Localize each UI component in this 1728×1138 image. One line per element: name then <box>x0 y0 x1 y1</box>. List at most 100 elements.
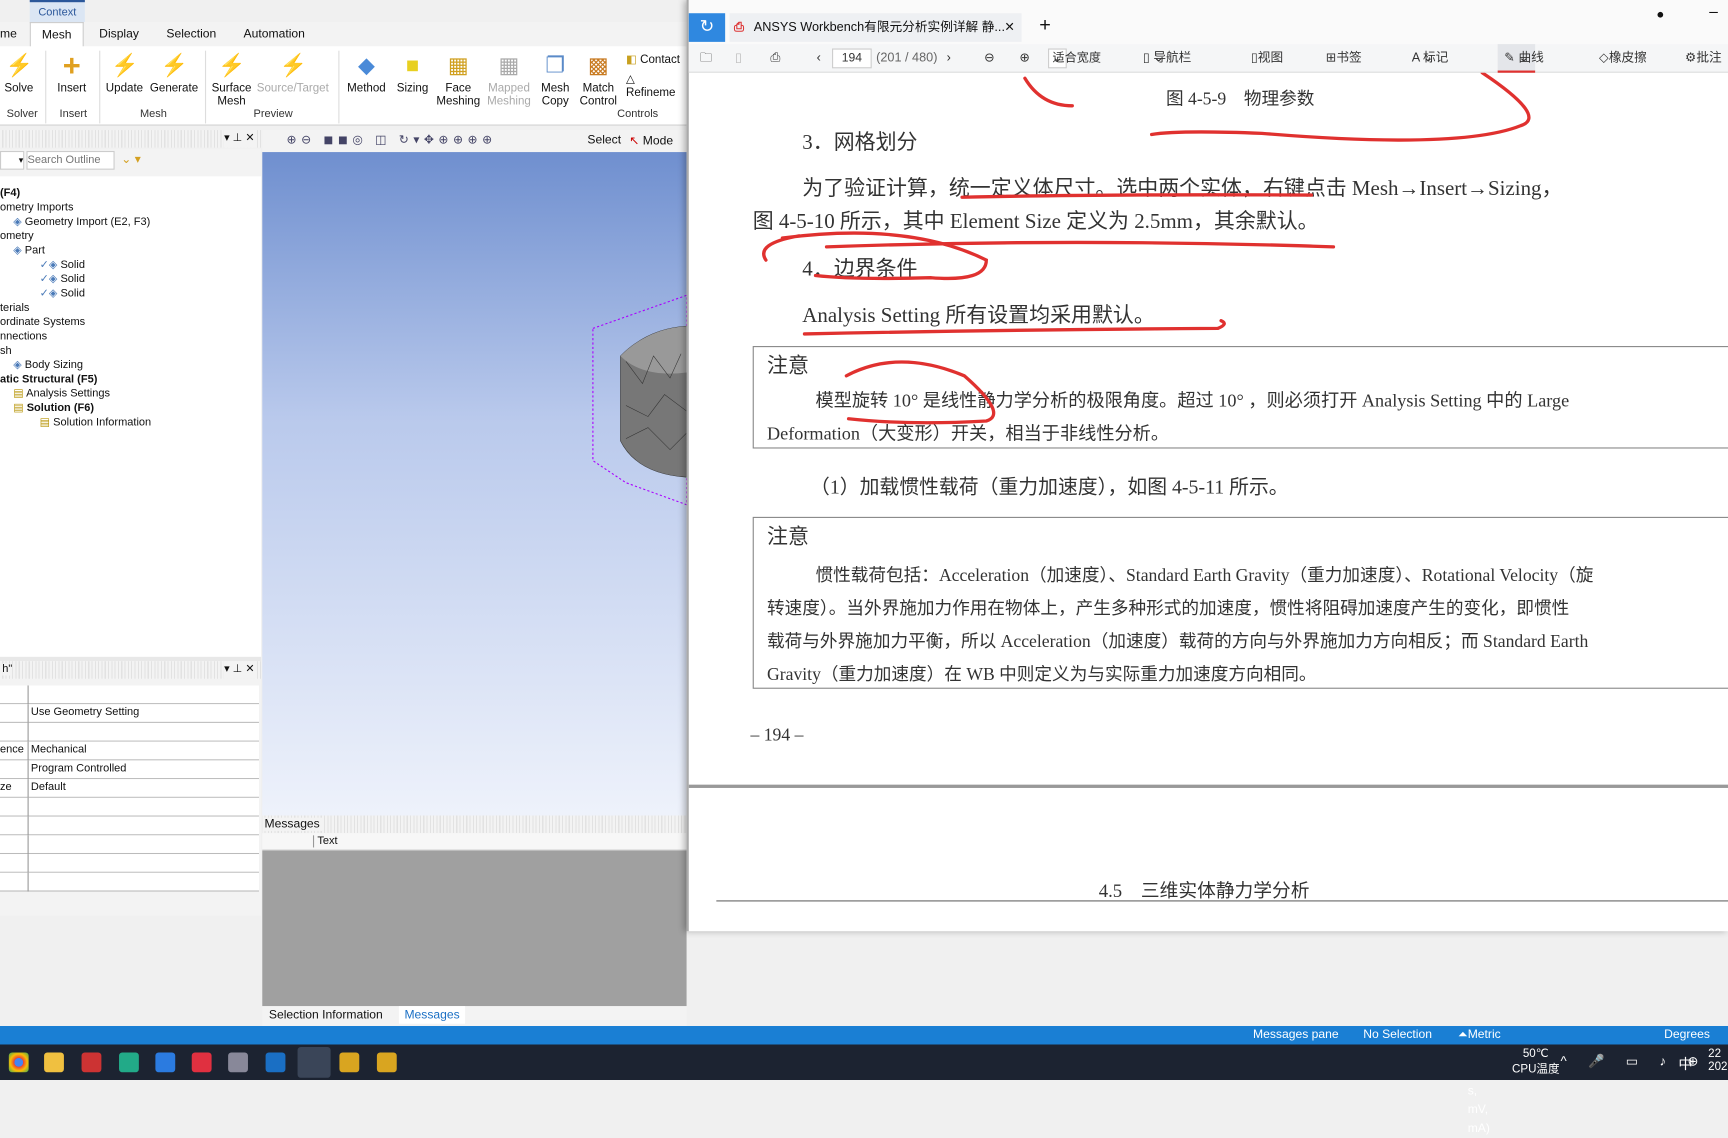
tree-item[interactable]: ✓◈ Solid <box>40 273 85 285</box>
tab-display[interactable]: Display <box>99 28 139 41</box>
save-icon[interactable]: ▯ <box>735 44 742 73</box>
chevron-down-icon[interactable]: ⌄ ▾ <box>121 152 141 166</box>
tab-mesh[interactable]: Mesh <box>29 22 84 48</box>
app-icon[interactable] <box>81 1052 102 1073</box>
mode-button[interactable]: ↖ Mode <box>629 133 673 147</box>
surface-mesh-button[interactable]: ⚡ Surface Mesh <box>212 53 252 108</box>
app-home-icon[interactable]: ↻ <box>688 13 726 42</box>
open-folder-icon[interactable]: 🗀 <box>700 44 713 73</box>
details-key <box>0 722 29 742</box>
tree-item[interactable]: ▤ Solution Information <box>40 417 152 429</box>
navigation-pane-button[interactable]: ▯ 导航栏 ⌄ <box>1143 44 1192 73</box>
contact-button[interactable]: ◧ Contact <box>626 53 680 66</box>
annotate-button[interactable]: ⚙ 批注 <box>1685 44 1722 73</box>
app-icon[interactable] <box>265 1052 286 1073</box>
curve-tool-button[interactable]: ✎ 曲线 ⌄ <box>1497 44 1544 73</box>
units-status[interactable]: ⏶ Metric (mm, kg, N, s, mV, mA) <box>1458 1026 1501 1135</box>
tab-selection-information[interactable]: Selection Information <box>269 1008 383 1021</box>
prev-page-button[interactable]: ‹ <box>817 44 821 73</box>
details-row[interactable]: Program Controlled <box>0 760 259 780</box>
app-icon[interactable] <box>191 1052 212 1073</box>
tab-messages[interactable]: Messages <box>398 1006 466 1024</box>
zoom-out-icon[interactable]: ⊖ <box>984 44 995 73</box>
panel-controls[interactable]: ▾ ⊥ ✕ <box>224 661 255 679</box>
tree-item[interactable]: atic Structural (F5) <box>0 374 97 386</box>
tree-item[interactable]: ordinate Systems <box>0 316 85 328</box>
details-row[interactable] <box>0 816 259 836</box>
tree-item[interactable]: ometry <box>0 230 34 242</box>
page-number-input[interactable]: 194 <box>832 48 872 69</box>
filter-dropdown[interactable]: ▾ <box>0 150 25 170</box>
face-meshing-button[interactable]: ▦ Face Meshing <box>436 53 480 108</box>
new-tab-button[interactable]: + <box>1039 13 1051 36</box>
details-row[interactable]: Use Geometry Setting <box>0 704 259 723</box>
tree-item[interactable]: nnections <box>0 331 47 343</box>
method-button[interactable]: ◆ Method <box>347 53 386 95</box>
app-icon[interactable] <box>119 1052 139 1073</box>
close-tab-icon[interactable]: ✕ <box>1004 13 1015 42</box>
details-row[interactable] <box>0 854 259 873</box>
messages-pane-status[interactable]: Messages pane <box>1253 1026 1339 1045</box>
tree-item[interactable]: ▤ Analysis Settings <box>13 388 110 400</box>
app-icon[interactable] <box>155 1052 176 1073</box>
tree-item[interactable]: (F4) <box>0 187 20 199</box>
tab-home[interactable]: me <box>0 28 17 41</box>
tree-item[interactable]: ✓◈ Solid <box>40 259 85 271</box>
3d-viewport[interactable] <box>262 152 688 816</box>
details-row[interactable] <box>0 685 259 705</box>
tab-selection[interactable]: Selection <box>166 28 216 41</box>
settings-dot-icon[interactable]: ● <box>1656 7 1664 22</box>
minimize-button[interactable]: – <box>1709 2 1718 20</box>
zoom-in-icon[interactable]: ⊕ <box>1019 44 1030 73</box>
file-explorer-icon[interactable] <box>44 1052 64 1073</box>
details-row[interactable] <box>0 835 259 855</box>
mark-button[interactable]: A 标记 ⌄ <box>1412 44 1449 73</box>
generate-button[interactable]: ⚡ Generate <box>150 53 198 95</box>
mapped-meshing-button[interactable]: ▦ Mapped Meshing <box>487 53 531 108</box>
lightning-icon: ⚡ <box>5 53 34 79</box>
tab-automation[interactable]: Automation <box>244 28 305 41</box>
update-button[interactable]: ⚡ Update <box>106 53 143 95</box>
details-row[interactable] <box>0 797 259 817</box>
bookmark-button[interactable]: ⊞ 书签 <box>1326 44 1362 73</box>
view-button[interactable]: ▯ 视图 <box>1251 44 1283 73</box>
ime-indicator[interactable]: 中 <box>1678 1052 1692 1073</box>
print-icon[interactable]: ⎙ <box>770 44 780 73</box>
details-row[interactable] <box>0 722 259 742</box>
solve-button[interactable]: ⚡ Solve <box>4 53 33 95</box>
insert-button[interactable]: + Insert <box>57 50 86 95</box>
text-column-header[interactable]: Text <box>312 835 338 848</box>
tree-item[interactable]: ◈ Part <box>13 245 45 257</box>
details-row[interactable]: ence Mechanical <box>0 741 259 761</box>
pdf-reader-taskbar-icon[interactable] <box>297 1046 331 1078</box>
match-control-button[interactable]: ▩ Match Control <box>580 53 617 108</box>
ansys-icon[interactable] <box>339 1052 360 1073</box>
select-button[interactable]: Select <box>587 133 621 146</box>
tree-item[interactable]: ▤ Solution (F6) <box>13 402 94 414</box>
source-target-button[interactable]: ⚡ Source/Target <box>257 53 329 95</box>
tree-item[interactable]: terials <box>0 302 29 314</box>
sizing-button[interactable]: ■ Sizing <box>397 53 429 95</box>
panel-controls[interactable]: ▾ ⊥ ✕ <box>224 130 255 148</box>
next-page-button[interactable]: › <box>947 44 951 73</box>
chrome-icon[interactable] <box>8 1052 29 1073</box>
fit-mode-select[interactable]: 适合宽度 ⌄ <box>1048 48 1101 69</box>
details-row[interactable] <box>0 872 259 892</box>
mesh-copy-button[interactable]: ❐ Mesh Copy <box>541 53 569 108</box>
mapped-meshing-icon: ▦ <box>498 53 520 79</box>
eraser-button[interactable]: ◇ 橡皮擦 <box>1599 44 1647 73</box>
details-row[interactable]: ze Default <box>0 779 259 798</box>
ansys-icon[interactable] <box>376 1052 397 1073</box>
tree-item[interactable]: ◈ Geometry Import (E2, F3) <box>13 216 150 228</box>
app-icon[interactable] <box>228 1052 248 1073</box>
tree-item[interactable]: ◈ Body Sizing <box>13 359 83 371</box>
search-outline-input[interactable] <box>26 150 115 170</box>
pdf-document-tab[interactable]: ⎙ ANSYS Workbench有限元分析实例详解 静... ✕ <box>729 13 1022 42</box>
tree-item[interactable]: sh <box>0 345 12 357</box>
refinement-button[interactable]: △ Refineme <box>626 73 687 99</box>
angle-units-status[interactable]: Degrees <box>1664 1026 1710 1045</box>
tree-item[interactable]: ✓◈ Solid <box>40 288 85 300</box>
zoom-tools-icons[interactable]: ⊕⊖ ◼◼◎ ◫ ↻▾✥⊕⊕⊕⊕ <box>287 132 497 146</box>
clock[interactable]: 22 202 <box>1708 1047 1727 1073</box>
tree-item[interactable]: ometry Imports <box>0 202 73 214</box>
